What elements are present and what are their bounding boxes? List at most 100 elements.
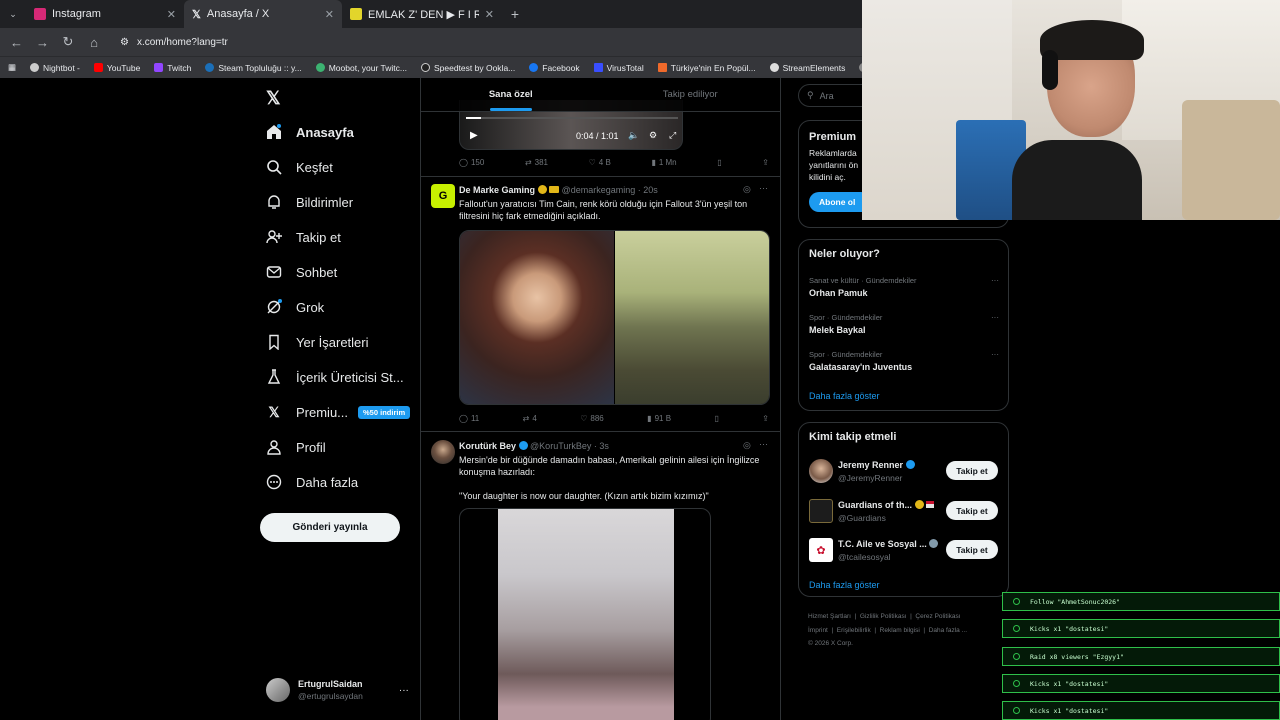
trend-item[interactable]: Spor · Gündemdekiler Galatasaray'ın Juve…	[809, 350, 999, 372]
footer-link[interactable]: Erişilebilirlik	[837, 627, 871, 634]
stream-alert: Raid x8 viewers "Ezgyy1"	[1002, 647, 1280, 666]
reply-button[interactable]: ◯ 150	[459, 158, 484, 167]
bookmark-icon[interactable]: ▯	[714, 414, 718, 423]
site-info-icon[interactable]: ⚙	[120, 37, 129, 48]
like-button[interactable]: ♡ 886	[580, 414, 604, 423]
bookmark-twitch[interactable]: Twitch	[154, 63, 191, 73]
nav-profile[interactable]: Profil	[266, 439, 326, 455]
avatar[interactable]: G	[431, 184, 455, 208]
more-dots-icon[interactable]: ···	[759, 439, 768, 449]
reply-button[interactable]: ◯ 11	[459, 414, 479, 423]
author-handle[interactable]: @demarkegaming	[562, 185, 636, 195]
bookmark-steam[interactable]: Steam Topluluğu :: y...	[205, 63, 302, 73]
home-icon[interactable]: ⌂	[88, 35, 100, 50]
tab-instagram[interactable]: Instagram ✕	[26, 0, 184, 28]
grok-icon[interactable]: ◎	[743, 440, 751, 451]
nav-notifications[interactable]: Bildirimler	[266, 194, 353, 210]
footer-link[interactable]: İmprint	[808, 627, 828, 634]
author-handle[interactable]: @KoruTurkBey	[530, 441, 591, 451]
footer-link[interactable]: Hizmet Şartları	[808, 613, 851, 620]
tab-search-chevron-icon[interactable]: ⌄	[0, 0, 26, 28]
views-button[interactable]: ▮ 91 B	[647, 414, 671, 423]
nav-premium[interactable]: 𝕏 Premiu... %50 indirim	[266, 404, 411, 420]
more-dots-icon[interactable]: ···	[991, 350, 999, 359]
nav-follow[interactable]: Takip et	[266, 229, 341, 245]
repost-button[interactable]: ⇄ 4	[523, 414, 537, 423]
headphones-icon	[1042, 50, 1058, 90]
show-more-link[interactable]: Daha fazla göster	[809, 580, 880, 590]
bookmark-youtube[interactable]: YouTube	[93, 63, 140, 73]
close-icon[interactable]: ✕	[485, 8, 494, 21]
tweet-video[interactable]	[459, 508, 711, 720]
author-name[interactable]: De Marke Gaming	[459, 185, 535, 195]
tweet-time[interactable]: · 20s	[638, 185, 658, 195]
trend-item[interactable]: Sanat ve kültür · Gündemdekiler Orhan Pa…	[809, 276, 999, 298]
author-name[interactable]: Korutürk Bey	[459, 441, 516, 451]
avatar[interactable]	[431, 440, 455, 464]
settings-icon[interactable]: ⚙	[649, 130, 657, 141]
post-button[interactable]: Gönderi yayınla	[260, 513, 400, 542]
more-dots-icon[interactable]: ···	[759, 183, 768, 193]
tweet-media[interactable]	[459, 230, 770, 405]
nav-bookmarks[interactable]: Yer İşaretleri	[266, 334, 369, 350]
close-icon[interactable]: ✕	[325, 8, 334, 21]
apps-grid-icon[interactable]: ▦	[8, 62, 16, 73]
mute-icon[interactable]: 🔈	[628, 130, 639, 141]
show-more-link[interactable]: Daha fazla göster	[809, 391, 880, 401]
play-icon[interactable]: ▶	[470, 130, 478, 141]
bookmark-nightbot[interactable]: Nightbot -	[30, 63, 80, 73]
back-arrow-icon[interactable]: ←	[10, 35, 23, 50]
fullscreen-icon[interactable]: ⤢	[669, 130, 676, 141]
bookmark-moobot[interactable]: Moobot, your Twitc...	[315, 63, 407, 73]
footer-link[interactable]: Gizlilik Politikası	[860, 613, 907, 620]
bookmark-icon[interactable]: ▯	[717, 158, 721, 167]
x-logo-icon[interactable]: 𝕏	[266, 88, 281, 109]
nav-grok[interactable]: Grok	[266, 299, 324, 315]
new-tab-plus-icon[interactable]: +	[502, 0, 528, 28]
bookmark-facebook[interactable]: Facebook	[529, 63, 580, 73]
repost-button[interactable]: ⇄ 381	[525, 158, 548, 167]
account-switcher[interactable]: ErtugrulSaidan @ertugrulsaydan ···	[266, 678, 409, 702]
follow-button[interactable]: Takip et	[946, 540, 998, 559]
views-button[interactable]: ▮ 1 Mn	[651, 158, 676, 167]
tab-emlak[interactable]: EMLAK Z' DEN ▶ F I R S A T ✕	[342, 0, 502, 28]
share-icon[interactable]: ⇪	[762, 414, 769, 423]
forward-arrow-icon[interactable]: →	[36, 35, 49, 50]
grok-icon[interactable]: ◎	[743, 184, 751, 195]
nav-chat[interactable]: Sohbet	[266, 264, 337, 280]
bookmark-turkiye[interactable]: Türkiye'nin En Popül...	[657, 63, 756, 73]
more-dots-icon[interactable]: ···	[991, 276, 999, 285]
verified-badge-icon	[914, 500, 924, 509]
tab-following[interactable]: Takip ediliyor	[601, 78, 781, 111]
close-icon[interactable]: ✕	[167, 8, 176, 21]
footer-link[interactable]: Reklam bilgisi	[880, 627, 920, 634]
more-dots-icon[interactable]: ···	[991, 313, 999, 322]
nav-creator-studio[interactable]: İçerik Üreticisi St...	[266, 369, 404, 385]
footer-link[interactable]: Daha fazla ...	[929, 627, 967, 634]
bookmark-streamelements[interactable]: StreamElements	[769, 63, 845, 73]
follow-button[interactable]: Takip et	[946, 501, 998, 520]
mail-icon	[266, 264, 282, 280]
nav-explore[interactable]: Keşfet	[266, 159, 333, 175]
follow-button[interactable]: Takip et	[946, 461, 998, 480]
facebook-icon	[529, 63, 539, 72]
repost-count: 381	[534, 158, 548, 167]
video-progress-track[interactable]	[466, 117, 678, 119]
tab-x-home[interactable]: 𝕏 Anasayfa / X ✕	[184, 0, 342, 28]
tweet-time[interactable]: · 3s	[594, 441, 609, 451]
nav-more[interactable]: Daha fazla	[266, 474, 358, 490]
like-button[interactable]: ♡ 4 B	[589, 158, 611, 167]
stream-alert: Kicks x1 "dostatesi"	[1002, 619, 1280, 638]
tab-for-you[interactable]: Sana özel	[421, 78, 601, 111]
url-field[interactable]: ⚙ x.com/home?lang=tr	[120, 37, 228, 48]
trend-item[interactable]: Spor · Gündemdekiler Melek Baykal ···	[809, 313, 999, 335]
share-icon[interactable]: ⇪	[762, 158, 769, 167]
nav-home[interactable]: Anasayfa	[266, 124, 354, 140]
photo-tim-cain[interactable]	[460, 231, 614, 404]
photo-fallout-3[interactable]	[615, 231, 769, 404]
bookmark-speedtest[interactable]: Speedtest by Ookla...	[420, 63, 515, 73]
more-dots-icon[interactable]: ···	[399, 685, 409, 696]
footer-link[interactable]: Çerez Politikası	[915, 613, 960, 620]
reload-icon[interactable]: ↻	[62, 34, 74, 50]
bookmark-virustotal[interactable]: VirusTotal	[593, 63, 644, 73]
